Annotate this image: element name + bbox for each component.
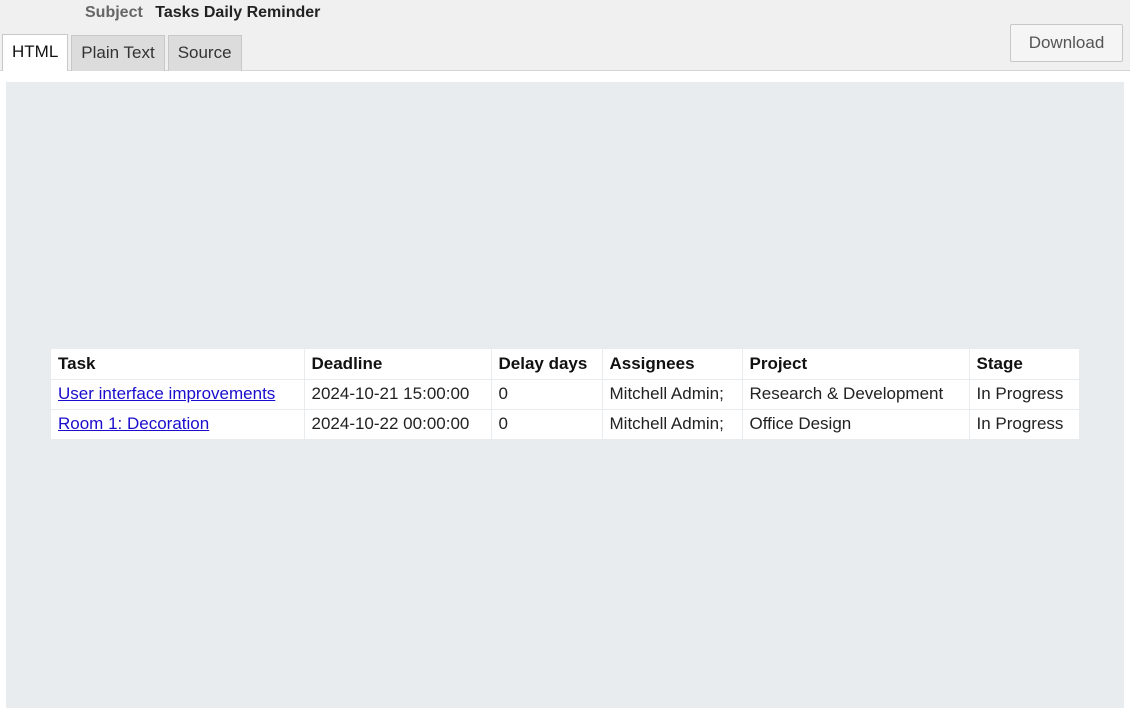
stage-cell: In Progress	[968, 378, 1079, 409]
task-cell: User interface improvements	[51, 378, 304, 409]
project-cell: Office Design	[741, 408, 969, 439]
delay-days-cell: 0	[490, 378, 602, 409]
stage-cell: In Progress	[968, 408, 1079, 439]
subject-row: Subject Tasks Daily Reminder	[85, 3, 320, 23]
html-preview-pane: Task Deadline Delay days Assignees Proje…	[6, 82, 1124, 708]
view-tabs: HTML Plain Text Source	[2, 34, 245, 71]
column-header-task: Task	[58, 353, 96, 373]
deadline-cell: 2024-10-21 15:00:00	[303, 378, 491, 409]
assignees-cell: Mitchell Admin;	[601, 378, 742, 409]
table-row: User interface improvements 2024-10-21 1…	[51, 378, 1079, 409]
task-cell: Room 1: Decoration	[51, 408, 304, 439]
delay-days-cell: 0	[490, 408, 602, 439]
deadline-cell: 2024-10-22 00:00:00	[303, 408, 491, 439]
column-header-deadline: Deadline	[303, 349, 491, 379]
table-header-row: Task Deadline Delay days Assignees Proje…	[51, 349, 1079, 379]
tab-plain-text[interactable]: Plain Text	[71, 35, 165, 71]
task-link[interactable]: User interface improvements	[58, 384, 275, 403]
assignees-cell: Mitchell Admin;	[601, 408, 742, 439]
subject-label: Subject	[85, 4, 143, 21]
tab-source[interactable]: Source	[167, 35, 242, 71]
project-cell: Research & Development	[741, 378, 969, 409]
tab-html[interactable]: HTML	[2, 34, 69, 71]
mail-preview-header: Subject Tasks Daily Reminder HTML Plain …	[0, 0, 1130, 71]
column-header-project: Project	[741, 349, 969, 379]
subject-value: Tasks Daily Reminder	[155, 4, 321, 21]
tasks-table: Task Deadline Delay days Assignees Proje…	[51, 349, 1079, 439]
task-link[interactable]: Room 1: Decoration	[58, 414, 209, 433]
download-button[interactable]: Download	[1010, 24, 1123, 62]
column-header-assignees: Assignees	[601, 349, 742, 379]
column-header-delay-days: Delay days	[490, 349, 602, 379]
column-header-stage: Stage	[968, 349, 1079, 379]
table-row: Room 1: Decoration 2024-10-22 00:00:00 0…	[51, 408, 1079, 439]
